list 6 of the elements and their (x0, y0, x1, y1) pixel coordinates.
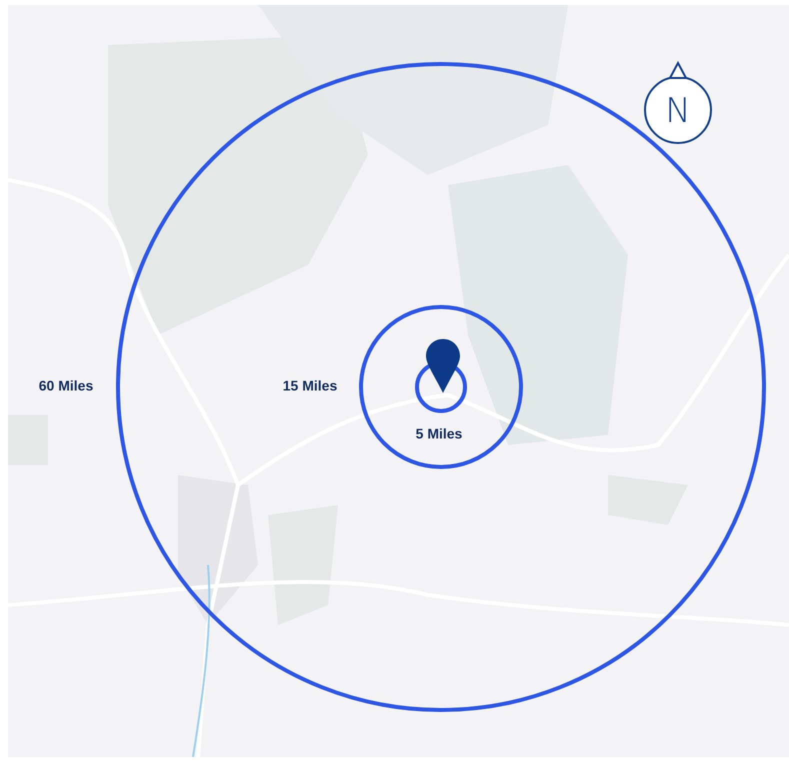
compass-icon[interactable] (644, 60, 712, 144)
compass-letter: N (665, 94, 691, 128)
distance-label: 15 Miles (282, 376, 338, 396)
distance-label: 60 Miles (38, 376, 94, 396)
location-pin-icon (426, 339, 460, 393)
distance-label: 5 Miles (416, 424, 462, 444)
